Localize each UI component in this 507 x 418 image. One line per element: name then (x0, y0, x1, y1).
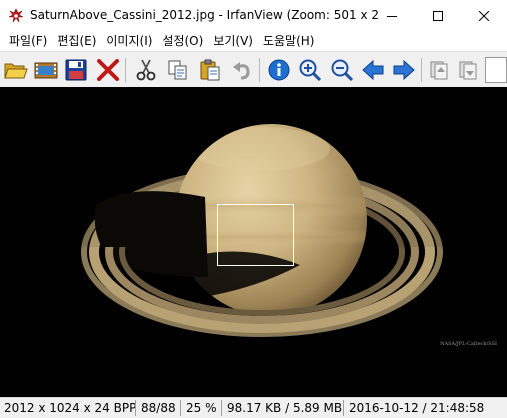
status-divider (221, 400, 222, 416)
window-title: SaturnAbove_Cassini_2012.jpg - IrfanView… (30, 8, 380, 22)
delete-button[interactable] (94, 56, 122, 84)
page-up-button[interactable] (425, 56, 453, 84)
menu-edit[interactable]: 편집(E) (52, 31, 101, 51)
menu-bar: 파일(F) 편집(E) 이미지(I) 설정(O) 보기(V) 도움말(H) (0, 31, 507, 51)
info-icon (268, 59, 290, 81)
irfanview-icon (8, 8, 24, 24)
zoom-out-icon (331, 59, 354, 81)
save-icon (65, 59, 87, 81)
slideshow-icon (34, 62, 58, 79)
undo-icon (233, 62, 250, 80)
zoom-in-icon (299, 59, 322, 81)
toolbar-separator (421, 58, 422, 82)
next-button[interactable] (390, 56, 418, 84)
image-canvas[interactable]: NASA/JPL-Caltech/SSI (0, 87, 507, 397)
paste-button[interactable] (196, 56, 224, 84)
zoom-out-button[interactable] (328, 56, 356, 84)
page-down-button[interactable] (454, 56, 482, 84)
menu-file[interactable]: 파일(F) (4, 31, 52, 51)
title-bar[interactable]: SaturnAbove_Cassini_2012.jpg - IrfanView… (0, 0, 507, 31)
status-zoom: 25 % (186, 401, 217, 415)
copy-button[interactable] (164, 56, 192, 84)
menu-options[interactable]: 설정(O) (157, 31, 208, 51)
saturn-image (81, 124, 443, 337)
minimize-button[interactable] (369, 0, 415, 31)
next-icon (393, 59, 415, 81)
copy-icon (168, 60, 187, 80)
paste-icon (200, 59, 220, 81)
status-divider (135, 400, 136, 416)
status-dimensions: 2012 x 1024 x 24 BPP (4, 401, 137, 415)
status-datetime: 2016-10-12 / 21:48:58 (349, 401, 485, 415)
status-bar: 2012 x 1024 x 24 BPP 88/88 25 % 98.17 KB… (0, 397, 507, 418)
status-divider (180, 400, 181, 416)
menu-help[interactable]: 도움말(H) (258, 31, 320, 51)
cut-button[interactable] (132, 56, 160, 84)
toolbar-separator (125, 58, 126, 82)
menu-view[interactable]: 보기(V) (208, 31, 258, 51)
zoom-in-button[interactable] (296, 56, 324, 84)
image-credit: NASA/JPL-Caltech/SSI (440, 341, 497, 347)
slideshow-button[interactable] (32, 56, 60, 84)
page-input[interactable] (485, 57, 507, 83)
minimize-icon (387, 15, 397, 17)
menu-image[interactable]: 이미지(I) (101, 31, 157, 51)
toolbar (0, 51, 507, 87)
close-button[interactable] (461, 0, 507, 31)
maximize-icon (433, 10, 443, 21)
open-button[interactable] (2, 56, 30, 84)
status-divider (343, 400, 344, 416)
previous-icon (362, 59, 384, 81)
toolbar-separator (259, 58, 260, 82)
delete-icon (97, 59, 119, 81)
previous-button[interactable] (359, 56, 387, 84)
page-up-icon (430, 61, 448, 80)
close-icon (479, 10, 489, 21)
save-button[interactable] (62, 56, 90, 84)
maximize-button[interactable] (415, 0, 461, 31)
open-icon (4, 63, 28, 79)
status-file-size: 98.17 KB / 5.89 MB (227, 401, 343, 415)
page-down-icon (459, 61, 477, 80)
cut-icon (136, 59, 156, 81)
status-index: 88/88 (141, 401, 176, 415)
info-button[interactable] (265, 56, 293, 84)
undo-button[interactable] (228, 56, 256, 84)
